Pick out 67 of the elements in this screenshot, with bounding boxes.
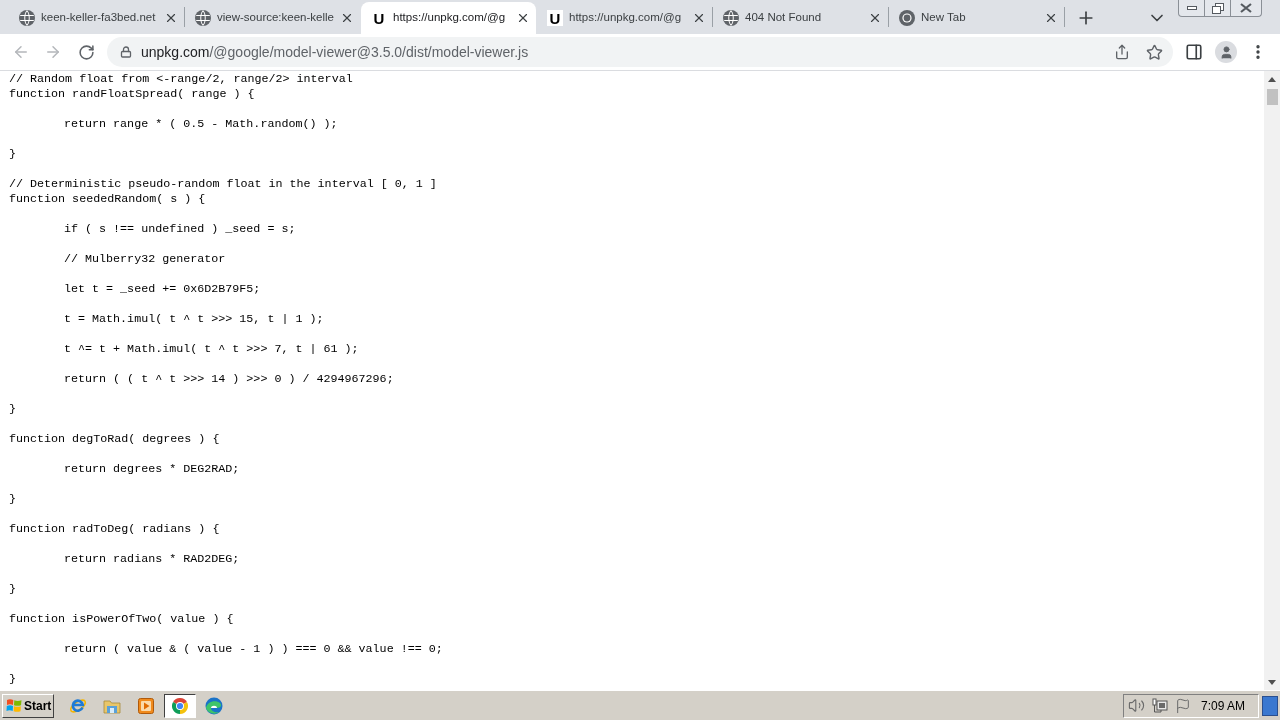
code-line: return range * ( 0.5 - Math.random() ); [64, 117, 338, 132]
code-line: } [9, 402, 16, 417]
code-line: let t = _seed += 0x6D2B79F5; [64, 282, 261, 297]
code-line: function degToRad( degrees ) { [9, 432, 220, 447]
code-line: return degrees * DEG2RAD; [64, 462, 240, 477]
code-line: // Random float from <-range/2, range/2> interval [9, 72, 353, 87]
code-line: } [9, 672, 16, 687]
show-desktop-button[interactable] [1262, 695, 1278, 716]
swirl-icon [205, 696, 223, 715]
star-icon[interactable] [1145, 43, 1163, 61]
globe-icon [723, 10, 739, 26]
close-icon[interactable] [164, 11, 178, 25]
code-line: return ( value & ( value - 1 ) ) === 0 && value !== 0; [64, 642, 443, 657]
globe-icon [195, 10, 211, 26]
restore-icon [1211, 2, 1224, 14]
folder-icon [103, 697, 121, 714]
code-line: } [9, 147, 16, 162]
browser-tab[interactable]: 404 Not Found [713, 2, 888, 34]
lock-icon [120, 46, 132, 58]
round-browser-icon [899, 10, 915, 26]
waving-flag-icon [6, 698, 22, 713]
code-line: function randFloatSpread( range ) { [9, 87, 255, 102]
speaker-icon[interactable] [1128, 697, 1145, 714]
reload-icon[interactable] [77, 43, 95, 61]
profile-avatar[interactable] [1215, 41, 1237, 63]
browser-tab[interactable]: U https://unpkg.com/@g [361, 2, 536, 34]
e-swoosh-icon [69, 696, 87, 715]
code-line: return ( ( t ^ t >>> 14 ) >>> 0 ) / 4294967296; [64, 372, 394, 387]
letter-logo: U [547, 10, 563, 26]
flag-icon[interactable] [1175, 697, 1191, 714]
code-line: t ^= t + Math.imul( t ^ t >>> 7, t | 61 ); [64, 342, 359, 357]
code-line: return radians * RAD2DEG; [64, 552, 240, 567]
address-bar[interactable]: unpkg.com/@google/model-viewer@3.5.0/dist/model-viewer.js [107, 37, 1173, 67]
person-icon [1218, 44, 1234, 60]
close-icon[interactable] [868, 11, 882, 25]
network-computer-icon[interactable] [1152, 697, 1168, 714]
down-triangle-icon[interactable] [1268, 679, 1276, 685]
browser-tab[interactable]: U https://unpkg.com/@g [537, 2, 712, 34]
code-line: // Mulberry32 generator [64, 252, 226, 267]
code-line: function radToDeg( radians ) { [9, 522, 220, 537]
close-icon[interactable] [340, 11, 354, 25]
browser-tab[interactable]: keen-keller-fa3bed.net [9, 2, 184, 34]
code-line: t = Math.imul( t ^ t >>> 15, t | 1 ); [64, 312, 324, 327]
code-line: function seededRandom( s ) { [9, 192, 206, 207]
code-line: } [9, 492, 16, 507]
start-button[interactable]: Start [2, 693, 54, 718]
close-icon[interactable] [1044, 11, 1058, 25]
close-icon[interactable] [516, 11, 530, 25]
code-line: // Deterministic pseudo-random float in the interval [ 0, 1 ] [9, 177, 437, 192]
close-icon [1240, 3, 1252, 13]
share-icon[interactable] [1114, 44, 1130, 60]
round-browser-icon [172, 697, 188, 714]
code-line: if ( s !== undefined ) _seed = s; [64, 222, 296, 237]
browser-tab[interactable]: New Tab [889, 2, 1064, 34]
scrollbar[interactable] [1264, 71, 1280, 690]
minimize-icon [1186, 6, 1197, 10]
clock-time[interactable]: 7:09 AM [1201, 696, 1246, 715]
play-icon [138, 697, 154, 714]
side-panel-icon[interactable] [1185, 43, 1203, 61]
close-icon[interactable] [692, 11, 706, 25]
code-line: } [9, 582, 16, 597]
scrollbar-thumb[interactable] [1266, 89, 1278, 105]
browser-tab[interactable]: view-source:keen-kelle [185, 2, 360, 34]
up-triangle-icon[interactable] [1268, 76, 1276, 82]
taskbar-app-button[interactable] [164, 693, 196, 718]
code-line: function isPowerOfTwo( value ) { [9, 612, 234, 627]
globe-icon [19, 10, 35, 26]
